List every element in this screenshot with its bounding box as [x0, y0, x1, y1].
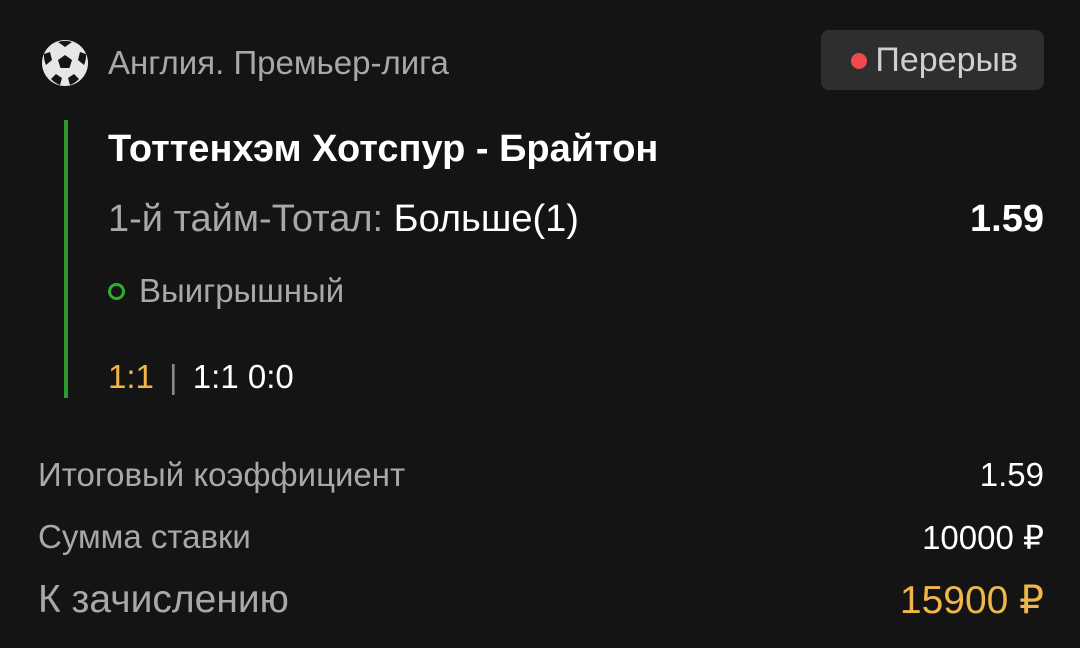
score-row: 1:1 | 1:1 0:0	[108, 358, 294, 396]
market-row: 1-й тайм-Тотал: Больше(1) 1.59	[108, 198, 1044, 244]
result-label: Выигрышный	[139, 272, 345, 309]
payout-value: 15900 ₽	[899, 579, 1044, 622]
soccer-ball-icon	[42, 40, 88, 86]
status-label: Перерыв	[875, 40, 1018, 79]
bet-accent-bar	[64, 120, 68, 398]
stake-value: 10000 ₽	[922, 519, 1044, 556]
score-main: 1:1	[108, 358, 154, 395]
payout-label: К зачислению	[38, 578, 289, 621]
status-badge: Перерыв	[821, 30, 1044, 90]
live-status-dot-icon	[851, 53, 868, 69]
result-row: Выигрышный	[108, 272, 344, 310]
score-detail: 1:1 0:0	[192, 358, 294, 395]
win-status-icon	[108, 282, 125, 300]
match-title: Тоттенхэм Хотспур - Брайтон	[108, 128, 659, 170]
score-separator: |	[169, 358, 178, 395]
stake-label: Сумма ставки	[38, 518, 251, 555]
total-odds-label: Итоговый коэффициент	[38, 456, 406, 493]
league-name: Англия. Премьер-лига	[108, 44, 449, 81]
market-value: Больше(1)	[393, 198, 579, 240]
total-odds-row: Итоговый коэффициент 1.59	[38, 456, 1044, 496]
market-label: 1-й тайм-Тотал:	[108, 198, 384, 240]
bet-details: Тоттенхэм Хотспур - Брайтон 1-й тайм-Тот…	[64, 120, 1044, 398]
total-odds-value: 1.59	[979, 456, 1044, 493]
stake-row: Сумма ставки 10000 ₽	[38, 518, 1044, 558]
payout-row: К зачислению 15900 ₽	[38, 578, 1044, 626]
bet-odds: 1.59	[970, 198, 1044, 240]
league-header: Англия. Премьер-лига Перерыв	[40, 30, 1044, 92]
